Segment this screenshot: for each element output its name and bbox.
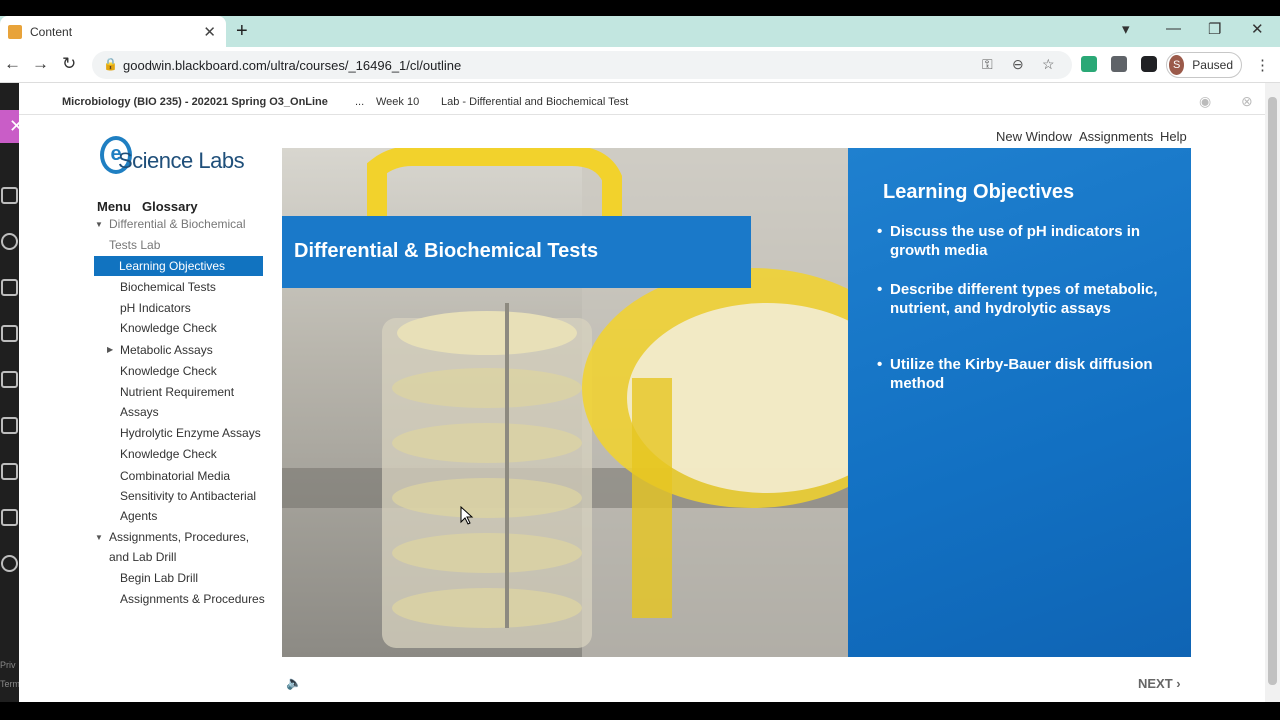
objectives-heading: Learning Objectives bbox=[883, 181, 1075, 203]
expand-caret-icon-2[interactable]: ▼ bbox=[95, 533, 103, 542]
view-icon[interactable]: ◉ bbox=[1199, 93, 1211, 110]
next-button[interactable]: NEXT › bbox=[1138, 676, 1181, 691]
menu-item-assignments-procedures[interactable]: Assignments & Procedures bbox=[120, 589, 265, 609]
slide-stage: Differential & Biochemical Tests Learnin… bbox=[282, 148, 1191, 657]
bookmark-star-icon[interactable]: ☆ bbox=[1042, 56, 1055, 73]
help-link[interactable]: Help bbox=[1160, 129, 1187, 144]
browser-tab[interactable]: Content ✕ bbox=[0, 16, 226, 47]
extensions-puzzle-icon[interactable] bbox=[1141, 56, 1157, 72]
calendar-icon[interactable] bbox=[1, 371, 18, 388]
breadcrumb-page: Lab - Differential and Biochemical Test bbox=[441, 96, 629, 108]
profile-button[interactable]: S Paused bbox=[1166, 52, 1242, 78]
extension-green-icon[interactable] bbox=[1081, 56, 1097, 72]
reload-icon[interactable]: ↻ bbox=[62, 54, 76, 74]
menu-item-hydrolytic-enzyme[interactable]: Hydrolytic Enzyme Assays bbox=[120, 423, 261, 443]
menu-item-biochemical-tests[interactable]: Biochemical Tests bbox=[120, 277, 216, 297]
profile-icon[interactable] bbox=[1, 187, 18, 204]
escience-labs-logo: e Science Labs bbox=[100, 136, 260, 178]
terms-link[interactable]: Term bbox=[0, 679, 20, 689]
forward-icon[interactable]: → bbox=[32, 54, 49, 74]
restore-icon[interactable]: ❐ bbox=[1208, 20, 1221, 38]
extension-skype-icon[interactable] bbox=[1111, 56, 1127, 72]
menu-item-metabolic-assays[interactable]: Metabolic Assays bbox=[120, 340, 213, 360]
menu-section-1[interactable]: Differential & Biochemical bbox=[109, 214, 246, 234]
back-icon[interactable]: ← bbox=[4, 54, 21, 74]
menu-item-sensitivity[interactable]: Sensitivity to Antibacterial bbox=[120, 486, 256, 506]
objective-item-2: Describe different types of metabolic, n… bbox=[877, 280, 1167, 318]
avatar: S bbox=[1169, 55, 1185, 75]
url-text: goodwin.blackboard.com/ultra/courses/_16… bbox=[123, 58, 462, 73]
glossary-tab[interactable]: Glossary bbox=[142, 199, 198, 214]
messages-icon[interactable] bbox=[1, 417, 18, 434]
objective-item-3: Utilize the Kirby-Bauer disk diffusion m… bbox=[877, 355, 1167, 393]
tab-search-icon[interactable]: ▾ bbox=[1122, 20, 1130, 38]
address-bar[interactable]: 🔒 goodwin.blackboard.com/ultra/courses/_… bbox=[92, 51, 1072, 79]
menu-item-nutrient-requirement[interactable]: Nutrient Requirement bbox=[120, 382, 234, 402]
slide-title: Differential & Biochemical Tests bbox=[282, 216, 751, 288]
scrollbar-thumb[interactable] bbox=[1268, 97, 1277, 685]
menu-tab[interactable]: Menu bbox=[97, 199, 131, 214]
privacy-link[interactable]: Priv bbox=[0, 660, 16, 670]
new-tab-icon[interactable]: + bbox=[236, 20, 248, 43]
mouse-cursor-icon bbox=[460, 506, 474, 525]
grades-icon[interactable] bbox=[1, 463, 18, 480]
course-title[interactable]: Microbiology (BIO 235) - 202021 Spring O… bbox=[62, 96, 328, 108]
minimize-icon[interactable]: — bbox=[1166, 20, 1181, 37]
menu-item-knowledge-check-1[interactable]: Knowledge Check bbox=[120, 318, 217, 338]
close-content-icon[interactable]: ⊗ bbox=[1241, 93, 1253, 110]
profile-status: Paused bbox=[1192, 58, 1233, 72]
audio-speaker-icon[interactable]: 🔈 bbox=[286, 675, 302, 691]
menu-item-knowledge-check-3[interactable]: Knowledge Check bbox=[120, 444, 217, 464]
key-icon[interactable]: ⚿ bbox=[982, 56, 993, 73]
menu-item-begin-lab-drill[interactable]: Begin Lab Drill bbox=[120, 568, 198, 588]
course-breadcrumb-bar: Microbiology (BIO 235) - 202021 Spring O… bbox=[19, 83, 1265, 115]
menu-item-sensitivity-cont[interactable]: Agents bbox=[120, 506, 157, 526]
collapsed-caret-icon[interactable]: ▶ bbox=[107, 345, 113, 354]
objective-item-1: Discuss the use of pH indicators in grow… bbox=[877, 222, 1167, 260]
menu-item-ph-indicators[interactable]: pH Indicators bbox=[120, 298, 191, 318]
browser-tab-bar: Content ✕ + ▾ — ❐ ✕ bbox=[0, 16, 1280, 47]
menu-item-knowledge-check-2[interactable]: Knowledge Check bbox=[120, 361, 217, 381]
globe-icon[interactable] bbox=[1, 233, 18, 250]
breadcrumb-week[interactable]: Week 10 bbox=[376, 96, 419, 108]
zoom-icon[interactable]: ⊖ bbox=[1012, 56, 1024, 73]
blackboard-nav-strip: Priv Term bbox=[0, 83, 20, 702]
menu-section-2[interactable]: Assignments, Procedures, bbox=[109, 527, 249, 547]
window-close-icon[interactable]: ✕ bbox=[1251, 20, 1264, 38]
lock-icon[interactable]: 🔒 bbox=[103, 57, 118, 71]
close-tab-icon[interactable]: ✕ bbox=[203, 23, 216, 41]
menu-section-2-cont[interactable]: and Lab Drill bbox=[109, 547, 176, 567]
menu-section-1-cont[interactable]: Tests Lab bbox=[109, 235, 160, 255]
groups-icon[interactable] bbox=[1, 325, 18, 342]
assignments-link[interactable]: Assignments bbox=[1079, 129, 1153, 144]
expand-caret-icon[interactable]: ▼ bbox=[95, 220, 103, 229]
breadcrumb-ellipsis[interactable]: ... bbox=[355, 96, 364, 108]
logo-text: Science Labs bbox=[118, 148, 245, 173]
tab-title: Content bbox=[30, 24, 73, 39]
tools-icon[interactable] bbox=[1, 509, 18, 526]
courses-icon[interactable] bbox=[1, 279, 18, 296]
page-favicon-icon bbox=[8, 24, 22, 39]
menu-item-nutrient-requirement-cont[interactable]: Assays bbox=[120, 402, 159, 422]
browser-toolbar: ← → ↻ 🔒 goodwin.blackboard.com/ultra/cou… bbox=[0, 47, 1280, 83]
new-window-link[interactable]: New Window bbox=[996, 129, 1072, 144]
sign-out-icon[interactable] bbox=[1, 555, 18, 572]
page-scrollbar[interactable] bbox=[1265, 83, 1280, 702]
browser-menu-icon[interactable]: ⋮ bbox=[1255, 56, 1270, 74]
menu-item-learning-objectives[interactable]: Learning Objectives bbox=[94, 256, 263, 276]
menu-item-combinatorial-media[interactable]: Combinatorial Media bbox=[120, 466, 230, 486]
objectives-panel: Learning Objectives Discuss the use of p… bbox=[848, 148, 1191, 657]
